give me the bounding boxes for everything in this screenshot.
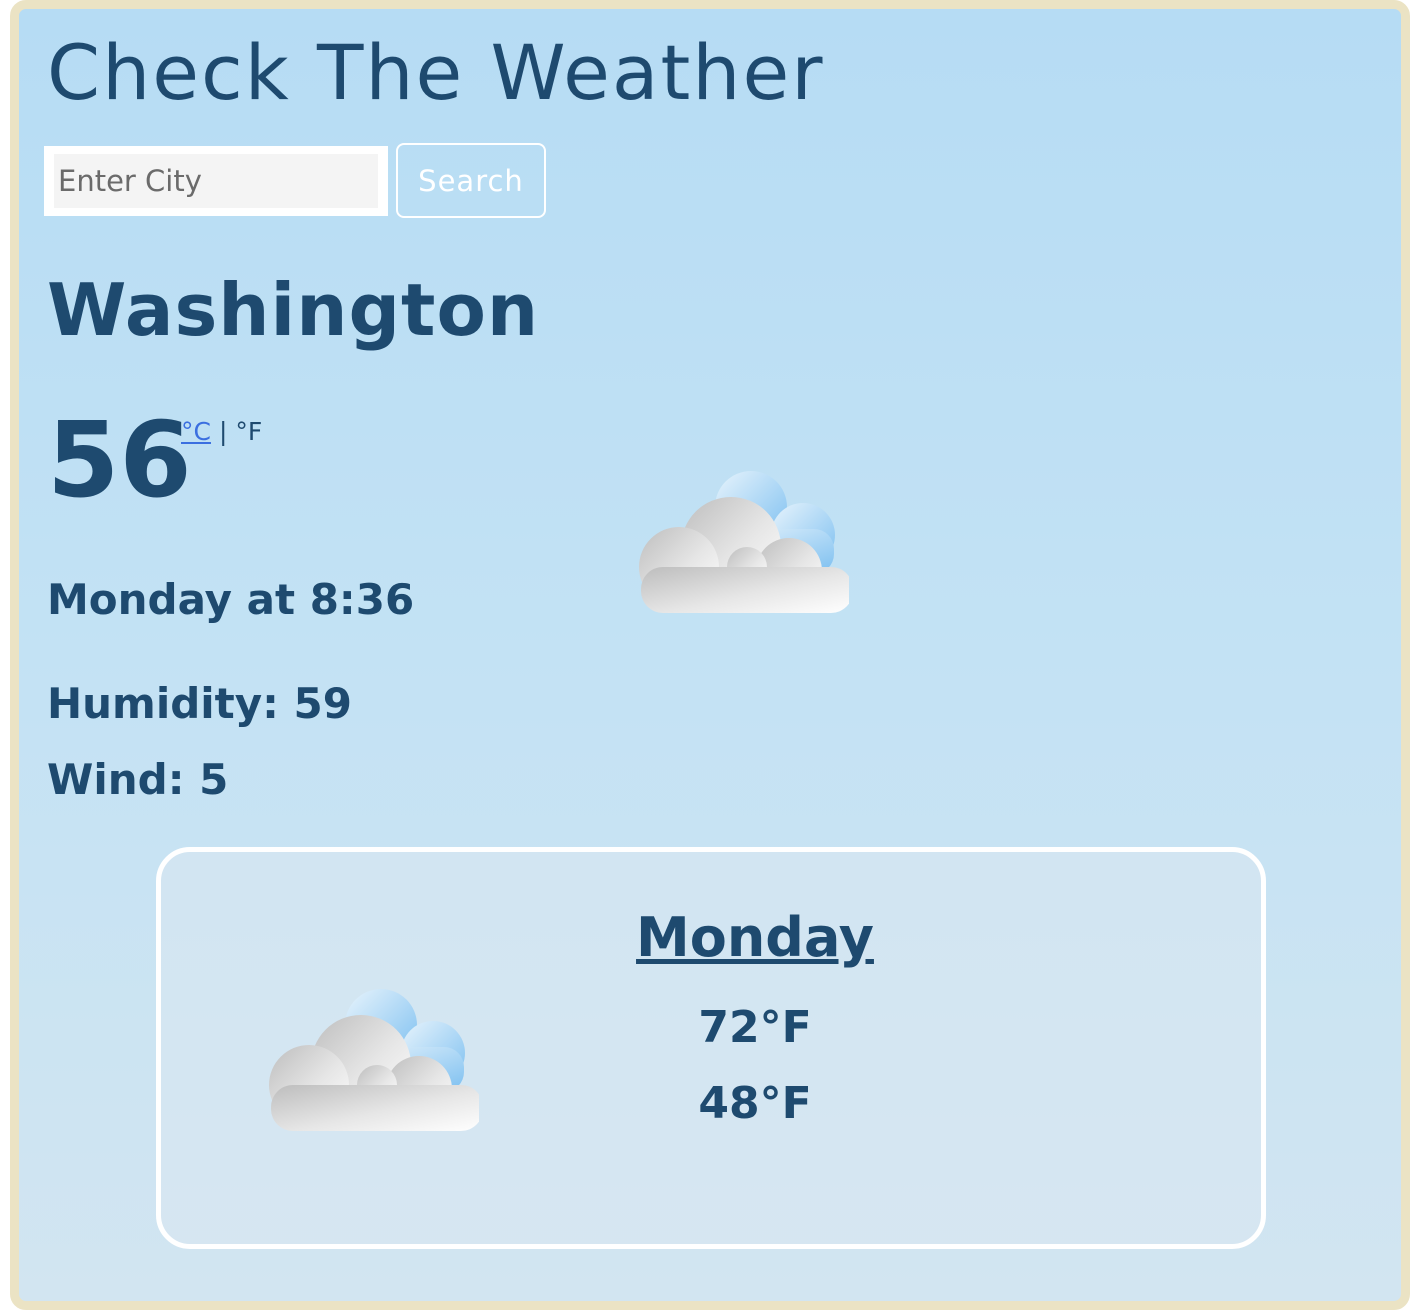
city-search-input[interactable] bbox=[44, 145, 388, 216]
unit-toggle: °C | °F bbox=[181, 417, 262, 446]
celsius-link[interactable]: °C bbox=[181, 417, 211, 446]
current-datetime: Monday at 8:36 bbox=[47, 575, 415, 624]
city-name: Washington bbox=[47, 268, 540, 352]
search-form: Search bbox=[44, 143, 546, 218]
wind-readout: Wind: 5 bbox=[47, 755, 229, 804]
page-title: Check The Weather bbox=[47, 28, 825, 117]
partly-cloudy-icon bbox=[639, 471, 849, 613]
weather-app: Check The Weather Search Washington 56 °… bbox=[10, 0, 1410, 1310]
unit-separator: | bbox=[218, 417, 228, 446]
forecast-card: Monday 72°F 48°F bbox=[156, 847, 1266, 1249]
current-temperature: 56 bbox=[47, 399, 192, 521]
forecast-high-temp: 72°F bbox=[698, 1002, 812, 1053]
forecast-day-label: Monday bbox=[636, 906, 874, 969]
humidity-readout: Humidity: 59 bbox=[47, 679, 352, 728]
search-button[interactable]: Search bbox=[396, 143, 546, 218]
forecast-low-temp: 48°F bbox=[698, 1078, 812, 1129]
fahrenheit-link[interactable]: °F bbox=[235, 417, 262, 446]
